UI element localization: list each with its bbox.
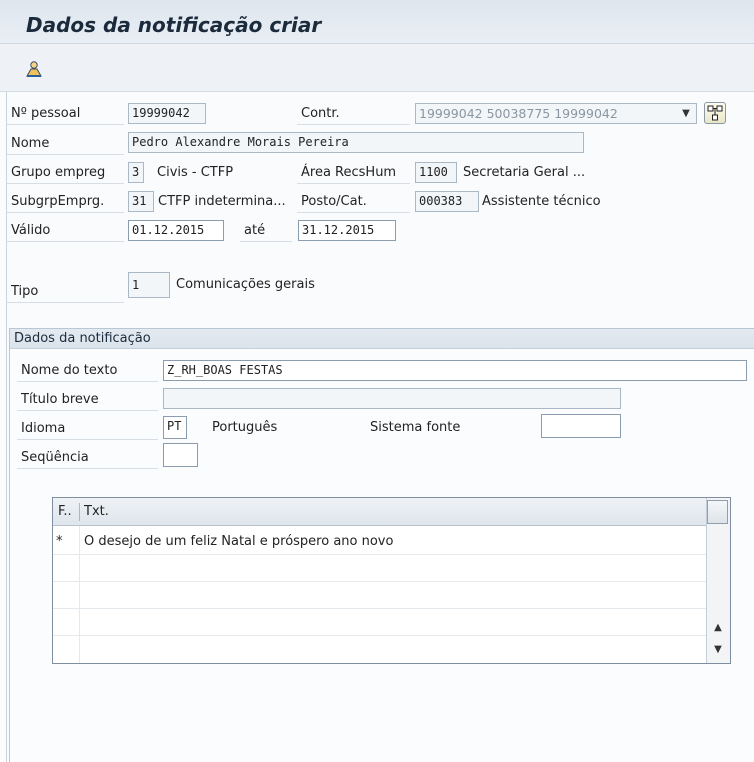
text-name-input[interactable]: Z_RH_BOAS FESTAS	[163, 360, 747, 381]
area-text: Secretaria Geral ...	[463, 165, 586, 180]
area-code[interactable]: 1100	[415, 162, 457, 183]
column-divider	[79, 526, 80, 663]
label-subgrp: SubgrpEmprg.	[7, 192, 124, 213]
column-divider[interactable]	[79, 503, 80, 521]
org-structure-button[interactable]	[704, 102, 726, 124]
org-structure-icon	[707, 105, 723, 121]
row-flag[interactable]: *	[56, 529, 63, 555]
posto-code[interactable]: 000383	[415, 191, 479, 212]
sequence-input[interactable]	[163, 443, 198, 467]
valid-from-field[interactable]: 01.12.2015	[128, 220, 224, 241]
source-system-input[interactable]	[541, 414, 621, 438]
subgrp-text: CTFP indetermina...	[158, 194, 286, 209]
row-divider	[53, 581, 706, 582]
short-title-input[interactable]	[163, 388, 621, 409]
label-titulo: Título breve	[17, 390, 158, 411]
label-contr: Contr.	[297, 104, 410, 125]
column-header-txt[interactable]: Txt.	[84, 498, 109, 526]
label-valido: Válido	[7, 221, 124, 242]
person-icon[interactable]	[22, 58, 46, 80]
language-input[interactable]: PT	[163, 416, 187, 439]
label-grupo: Grupo empreg	[7, 163, 124, 184]
toolbar	[0, 44, 754, 92]
language-text: Português	[212, 420, 278, 435]
label-pernr: Nº pessoal	[7, 104, 124, 125]
label-nome-texto: Nome do texto	[17, 361, 158, 382]
table-settings-button[interactable]	[707, 500, 728, 524]
label-idioma: Idioma	[17, 419, 158, 440]
tipo-code[interactable]: 1	[128, 272, 170, 298]
notification-group-title: Dados da notificação	[14, 331, 151, 346]
table-header	[53, 498, 706, 526]
label-ate: até	[240, 221, 292, 242]
row-divider	[53, 608, 706, 609]
grupo-text: Civis - CTFP	[157, 165, 234, 180]
subgrp-code[interactable]: 31	[128, 191, 154, 212]
row-text[interactable]: O desejo de um feliz Natal e próspero an…	[84, 529, 393, 555]
contract-select-value: 19999042 50038775 19999042	[419, 106, 618, 121]
row-divider	[53, 635, 706, 636]
label-nome: Nome	[7, 134, 124, 155]
contract-select[interactable]: 19999042 50038775 19999042 ▼	[415, 103, 697, 124]
label-tipo: Tipo	[7, 282, 124, 303]
grupo-code[interactable]: 3	[128, 162, 144, 183]
column-header-f[interactable]: F..	[58, 498, 72, 526]
pernr-field[interactable]: 19999042	[128, 103, 206, 124]
label-posto: Posto/Cat.	[297, 192, 410, 213]
valid-to-field[interactable]: 31.12.2015	[298, 220, 396, 241]
chevron-down-icon[interactable]: ▼	[680, 104, 692, 123]
posto-text: Assistente técnico	[482, 194, 601, 209]
scroll-down-icon[interactable]: ▼	[707, 640, 729, 658]
page-title: Dados da notificação criar	[26, 13, 322, 37]
label-sequencia: Seqüência	[17, 448, 158, 469]
label-area: Área RecsHum	[297, 163, 410, 184]
tipo-text: Comunicações gerais	[176, 277, 315, 292]
scroll-up-icon[interactable]: ▲	[707, 618, 729, 636]
nome-field[interactable]: Pedro Alexandre Morais Pereira	[128, 132, 584, 153]
label-sistema: Sistema fonte	[370, 420, 461, 435]
